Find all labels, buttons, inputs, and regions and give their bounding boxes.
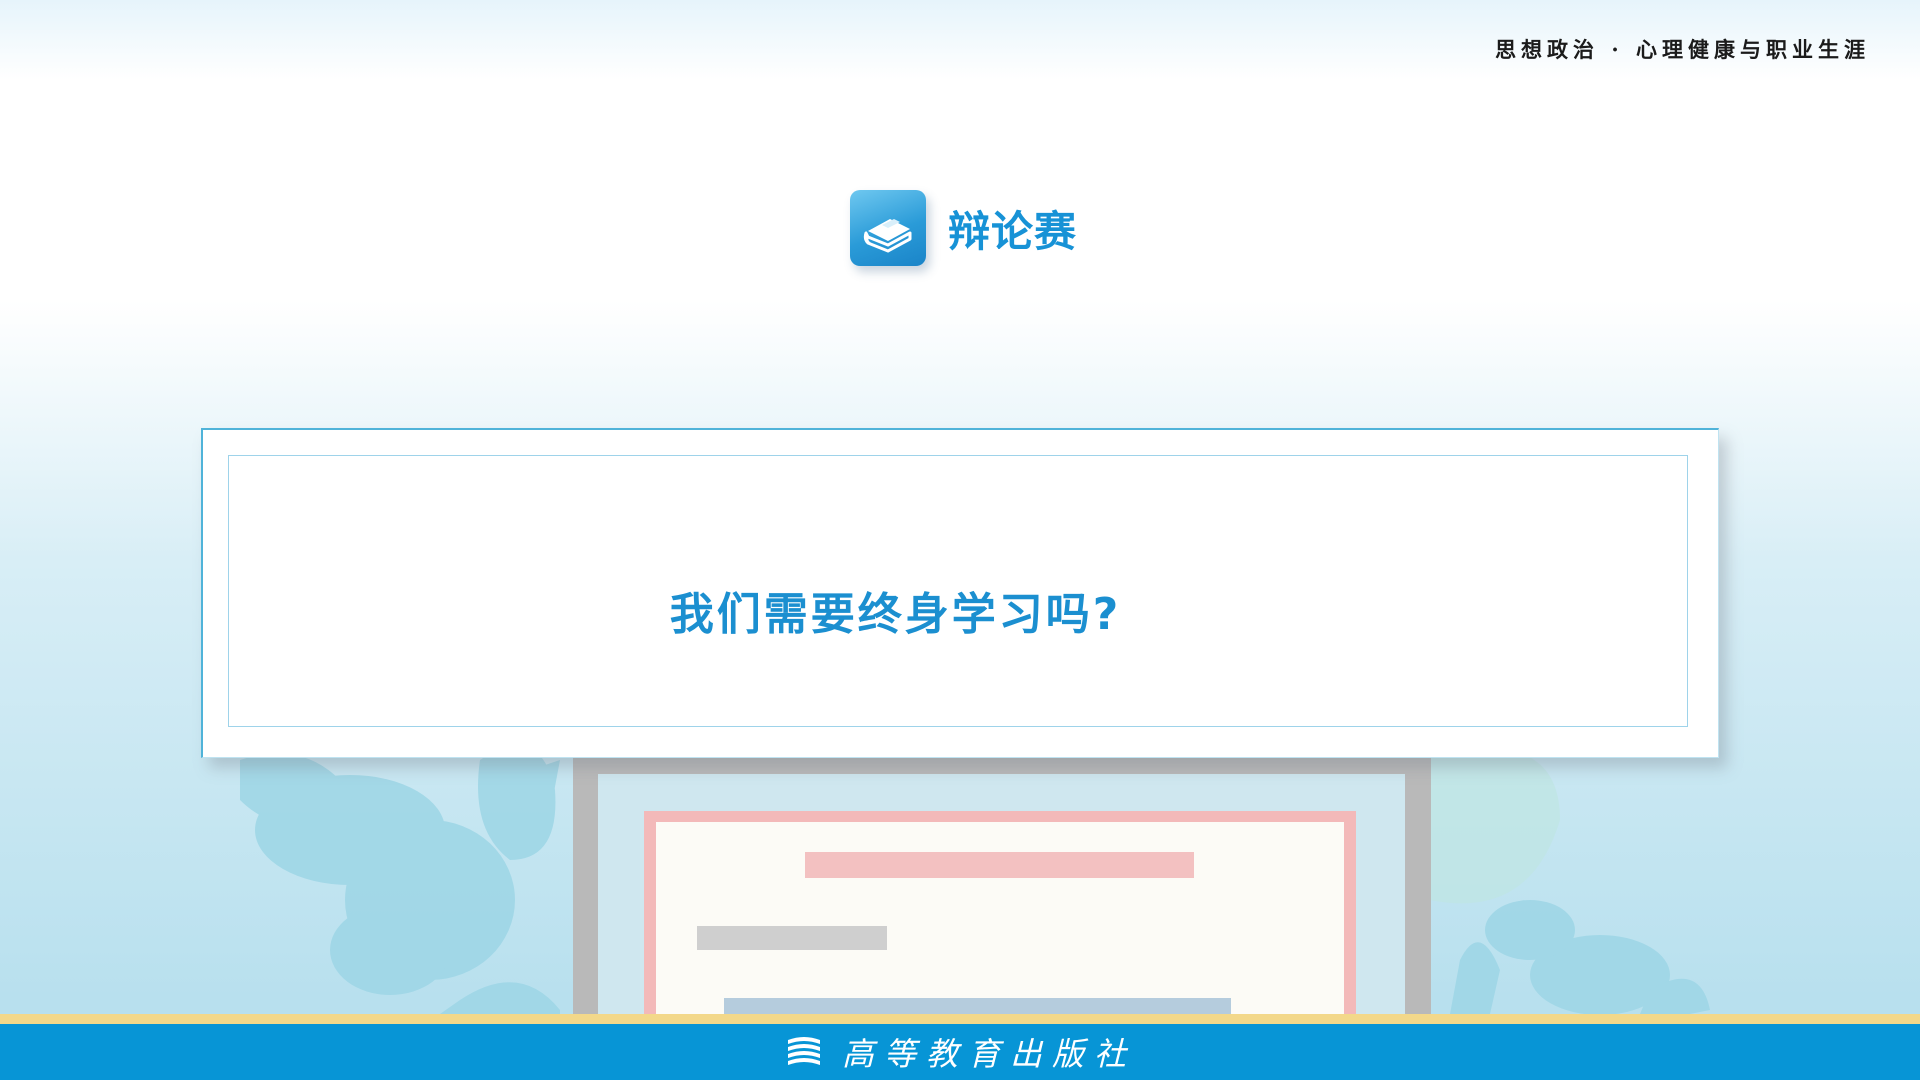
footer-stripe	[0, 1014, 1920, 1024]
footer-bar: 高等教育出版社	[0, 1024, 1920, 1080]
debate-question: 我们需要终身学习吗?	[669, 589, 1122, 640]
book-stack-icon	[784, 1032, 824, 1072]
question-card: 我们需要终身学习吗?	[201, 428, 1719, 758]
book-icon	[850, 190, 926, 266]
publisher-name: 高等教育出版社	[841, 1035, 1136, 1073]
course-title: 思想政治 · 心理健康与职业生涯	[1495, 37, 1870, 62]
section-title: 辩论赛	[948, 206, 1078, 256]
section-heading: 辩论赛	[850, 190, 1077, 266]
